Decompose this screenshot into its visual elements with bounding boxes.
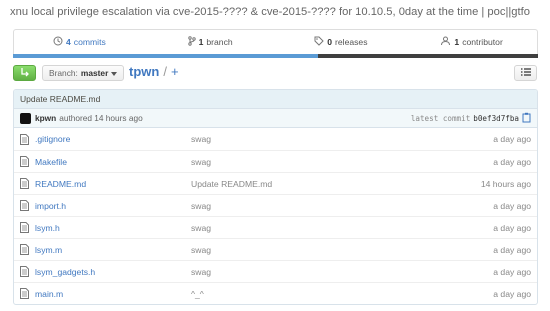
branches-count: 1	[198, 37, 204, 47]
file-name-link[interactable]: lsym.m	[35, 245, 191, 255]
branches-label: branch	[206, 37, 233, 47]
file-name-link[interactable]: README.md	[35, 179, 191, 189]
breadcrumb-separator: /	[163, 64, 167, 79]
commit-message[interactable]: Update README.md	[20, 94, 100, 104]
file-age: a day ago	[493, 156, 531, 167]
file-age: a day ago	[493, 288, 531, 299]
file-name-link[interactable]: lsym_gadgets.h	[35, 267, 191, 277]
file-row: main.m ^_^ a day ago	[14, 282, 537, 304]
file-commit-message[interactable]: swag	[191, 157, 451, 167]
releases-count: 0	[327, 37, 333, 47]
commits-count: 4	[65, 37, 71, 47]
repo-root-link[interactable]: tpwn	[129, 64, 159, 79]
commits-link[interactable]: 4 commits	[14, 30, 145, 54]
sync-icon	[20, 67, 30, 79]
commit-sha-group: latest commit b0ef3d7fba	[411, 112, 531, 125]
language-bar[interactable]	[13, 54, 538, 58]
file-commit-message[interactable]: ^_^	[191, 289, 451, 299]
clippy-icon[interactable]	[522, 112, 531, 125]
branch-name: master	[80, 68, 109, 78]
file-age: 14 hours ago	[480, 178, 531, 189]
file-age: a day ago	[493, 134, 531, 144]
file-text-icon	[20, 222, 30, 233]
file-text-icon	[20, 244, 30, 255]
file-age: a day ago	[493, 266, 531, 277]
file-name-link[interactable]: import.h	[35, 201, 191, 211]
caret-down-icon	[111, 68, 118, 78]
repo-description: xnu local privilege escalation via cve-2…	[10, 6, 530, 18]
branch-prefix: Branch:	[49, 68, 78, 78]
file-text-icon	[20, 200, 30, 211]
tag-icon	[314, 36, 324, 48]
file-commit-message[interactable]: swag	[191, 201, 451, 211]
file-row: lsym_gadgets.h swag a day ago	[14, 260, 537, 282]
file-row: README.md Update README.md 14 hours ago	[14, 172, 537, 194]
file-name-link[interactable]: lsym.h	[35, 223, 191, 233]
commit-meta: kpwn authored 14 hours ago latest commit…	[14, 109, 537, 128]
new-file-button[interactable]: +	[171, 64, 179, 79]
file-row: lsym.m swag a day ago	[14, 238, 537, 260]
file-text-icon	[20, 178, 30, 189]
language-segment-objc[interactable]	[317, 54, 538, 58]
file-list-toggle-button[interactable]	[514, 65, 537, 81]
breadcrumb: tpwn / +	[129, 64, 179, 79]
commit-author[interactable]: kpwn	[35, 113, 56, 123]
file-text-icon	[20, 156, 30, 167]
file-commit-message[interactable]: swag	[191, 267, 451, 277]
file-wrap: Update README.md kpwn authored 14 hours …	[13, 89, 538, 305]
file-row: Makefile swag a day ago	[14, 150, 537, 172]
file-table: .gitignore swag a day ago Makefile swag …	[14, 128, 537, 304]
contributors-label: contributor	[462, 37, 503, 47]
compare-review-button[interactable]	[13, 65, 36, 81]
file-text-icon	[20, 266, 30, 277]
file-row: import.h swag a day ago	[14, 194, 537, 216]
file-name-link[interactable]: .gitignore	[35, 134, 191, 144]
file-row: lsym.h swag a day ago	[14, 216, 537, 238]
organization-icon	[440, 36, 451, 48]
file-name-link[interactable]: main.m	[35, 289, 191, 299]
file-commit-message[interactable]: swag	[191, 245, 451, 255]
commits-label: commits	[73, 37, 106, 47]
branch-icon	[187, 36, 196, 48]
contributors-link[interactable]: 1 contributor	[406, 30, 537, 54]
avatar[interactable]	[20, 112, 31, 124]
commit-authored-time: authored 14 hours ago	[59, 113, 143, 123]
branch-select-menu[interactable]: Branch: master	[42, 65, 125, 81]
branches-link[interactable]: 1 branch	[145, 30, 276, 54]
file-age: a day ago	[493, 200, 531, 211]
history-icon	[53, 36, 63, 48]
file-commit-message[interactable]: swag	[191, 223, 451, 233]
numbers-summary: 4 commits 1 branch 0 releases 1 contribu…	[13, 29, 538, 54]
file-row: .gitignore swag a day ago	[14, 128, 537, 150]
file-text-icon	[20, 133, 30, 145]
commit-sha[interactable]: b0ef3d7fba	[473, 114, 519, 123]
releases-label: releases	[335, 37, 368, 47]
file-commit-message[interactable]: Update README.md	[191, 179, 451, 189]
commit-title[interactable]: Update README.md	[14, 90, 537, 109]
language-segment-c[interactable]	[13, 54, 318, 58]
releases-link[interactable]: 0 releases	[276, 30, 407, 54]
file-age: a day ago	[493, 244, 531, 255]
contributors-count: 1	[454, 37, 460, 47]
latest-commit-label: latest commit	[410, 113, 471, 123]
file-name-link[interactable]: Makefile	[35, 157, 191, 167]
file-age: a day ago	[493, 222, 531, 233]
file-text-icon	[20, 288, 30, 299]
list-icon	[520, 68, 531, 78]
file-commit-message[interactable]: swag	[191, 134, 451, 144]
